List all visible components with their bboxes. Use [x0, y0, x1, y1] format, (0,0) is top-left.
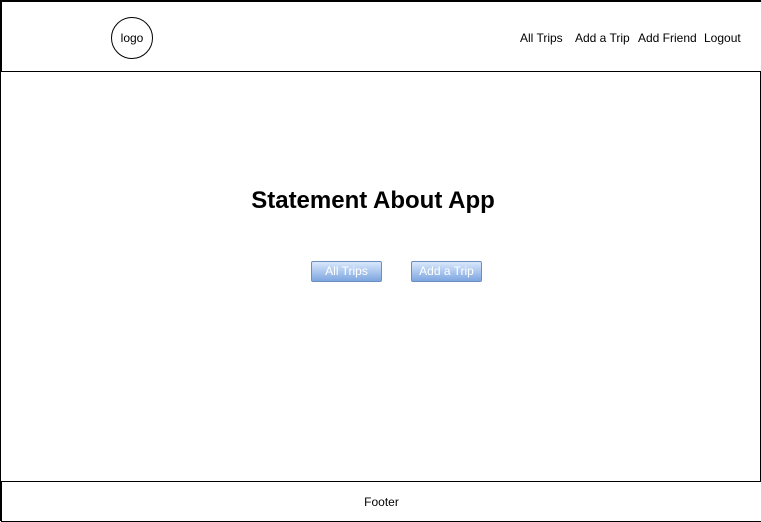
main-content: Statement About App All Trips Add a Trip	[1, 71, 761, 482]
nav-link-logout[interactable]: Logout	[704, 29, 741, 47]
footer: Footer	[1, 481, 761, 522]
nav-link-all-trips[interactable]: All Trips	[520, 29, 563, 47]
logo[interactable]: logo	[111, 17, 153, 59]
add-trip-button[interactable]: Add a Trip	[411, 261, 482, 282]
nav-link-add-trip[interactable]: Add a Trip	[575, 29, 630, 47]
nav-link-add-friend[interactable]: Add Friend	[638, 29, 697, 47]
all-trips-button[interactable]: All Trips	[311, 261, 382, 282]
app-frame: logo All Trips Add a Trip Add Friend Log…	[0, 0, 761, 522]
header: logo All Trips Add a Trip Add Friend Log…	[1, 1, 761, 72]
app-statement: Statement About App	[251, 187, 495, 214]
footer-text: Footer	[364, 494, 399, 509]
